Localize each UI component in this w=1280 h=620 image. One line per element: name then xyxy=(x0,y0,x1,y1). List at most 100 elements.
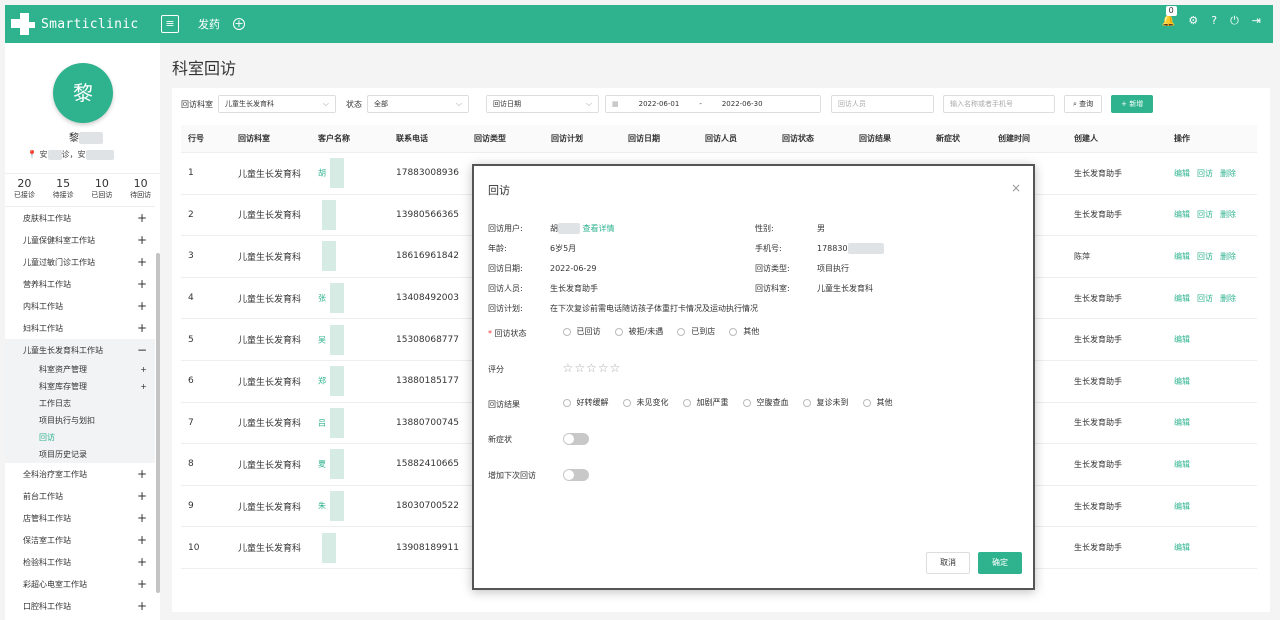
date-range-picker[interactable]: ▦ 2022-06-01 - 2022-06-30 xyxy=(605,95,821,113)
status-select[interactable]: 全部 ⌵ xyxy=(367,95,469,113)
star-icon[interactable]: ☆ xyxy=(586,361,597,375)
row-customer[interactable]: 吕 xyxy=(311,407,389,438)
sidebar-sub-worklog[interactable]: 工作日志 xyxy=(5,395,155,412)
status-radio[interactable]: 已回访 xyxy=(562,326,601,337)
row-action-link[interactable]: 删除 xyxy=(1220,252,1236,261)
row-action-link[interactable]: 回访 xyxy=(1197,169,1213,178)
sidebar-item-lab[interactable]: 检验科工作站 + xyxy=(5,551,155,573)
star-icon[interactable]: ☆ xyxy=(574,361,585,375)
logo[interactable]: Smarticlinic xyxy=(5,13,160,35)
close-icon[interactable]: × xyxy=(1011,181,1021,195)
sidebar-sub-history[interactable]: 项目历史记录 xyxy=(5,446,155,463)
row-phone: 17883008936 xyxy=(396,168,459,179)
result-radio[interactable]: 空腹查血 xyxy=(742,397,789,408)
row-action-link[interactable]: 编辑 xyxy=(1174,252,1190,261)
help-icon[interactable]: ? xyxy=(1211,15,1217,27)
row-action-link[interactable]: 编辑 xyxy=(1174,377,1190,386)
row-action-link[interactable]: 编辑 xyxy=(1174,502,1190,511)
sidebar-item-child-care[interactable]: 儿童保健科室工作站 + xyxy=(5,229,155,251)
row-action-link[interactable]: 编辑 xyxy=(1174,543,1190,552)
row-action-link[interactable]: 删除 xyxy=(1220,210,1236,219)
notification-bell-icon[interactable]: 🔔 0 xyxy=(1162,6,1177,27)
cancel-button[interactable]: 取消 xyxy=(926,552,970,574)
result-radio[interactable]: 加剧严重 xyxy=(682,397,729,408)
row-customer[interactable]: 胡 xyxy=(311,158,389,189)
date-type-select[interactable]: 回访日期 ⌵ xyxy=(486,95,599,113)
sidebar-item-dental[interactable]: 口腔科工作站 + xyxy=(5,595,155,617)
row-action-link[interactable]: 编辑 xyxy=(1174,335,1190,344)
gear-icon[interactable]: ⚙ xyxy=(1188,15,1198,27)
star-icon[interactable]: ☆ xyxy=(563,361,574,375)
result-radio[interactable]: 复诊未到 xyxy=(802,397,849,408)
next-visit-toggle[interactable] xyxy=(562,469,589,481)
row-customer[interactable]: 张 xyxy=(311,283,389,314)
sidebar-sub-revisit[interactable]: 回访 xyxy=(5,429,155,446)
row-customer[interactable]: 夏 xyxy=(311,449,389,480)
collapse-icon[interactable]: ⇥ xyxy=(1252,15,1261,27)
sidebar-item-front-desk[interactable]: 前台工作站 + xyxy=(5,485,155,507)
star-icon[interactable]: ☆ xyxy=(598,361,609,375)
row-action-link[interactable]: 编辑 xyxy=(1174,460,1190,469)
row-creator: 生长发育助手 xyxy=(1074,168,1122,178)
sidebar-item-growth[interactable]: 儿童生长发育科工作站 − xyxy=(5,339,155,361)
row-action-link[interactable]: 编辑 xyxy=(1174,294,1190,303)
row-customer[interactable]: 吴 xyxy=(311,324,389,355)
menu-toggle-icon[interactable]: ≡ xyxy=(161,15,179,33)
col-header: 回访人员 xyxy=(705,134,737,143)
sidebar-item-store-mgmt[interactable]: 店管科工作站 + xyxy=(5,507,155,529)
sidebar-sub-inventory[interactable]: 科室库存管理 + xyxy=(5,378,155,395)
status-radio[interactable]: 被拒/未遇 xyxy=(614,326,663,337)
row-customer[interactable] xyxy=(311,532,389,563)
sidebar-sub-execution[interactable]: 项目执行与划扣 xyxy=(5,412,155,429)
row-dept: 儿童生长发育科 xyxy=(238,336,302,347)
row-action-link[interactable]: 编辑 xyxy=(1174,418,1190,427)
plan-field: 回访计划: 在下次复诊前需电话随访孩子体重打卡情况及运动执行情况 xyxy=(488,304,758,313)
confirm-button[interactable]: 确定 xyxy=(978,552,1022,574)
star-icon[interactable]: ☆ xyxy=(610,361,621,375)
add-tab-icon[interactable]: + xyxy=(233,18,245,30)
stat-waiting[interactable]: 15 待接诊 xyxy=(53,177,74,200)
add-new-button[interactable]: + 新增 xyxy=(1111,95,1154,113)
view-detail-link[interactable]: 查看详情 xyxy=(583,224,615,233)
row-customer[interactable]: 朱 xyxy=(311,491,389,522)
sidebar-item-gynecology[interactable]: 妇科工作站 + xyxy=(5,317,155,339)
sidebar-item-cleaning[interactable]: 保洁室工作站 + xyxy=(5,529,155,551)
star-rating[interactable]: ☆☆☆☆☆ xyxy=(563,361,622,375)
stat-received[interactable]: 20 已接诊 xyxy=(14,177,35,200)
sidebar-item-ultrasound[interactable]: 彩超心电室工作站 + xyxy=(5,573,155,595)
sidebar-item-general-treatment[interactable]: 全科治疗室工作站 + xyxy=(5,463,155,485)
sidebar-item-dermatology[interactable]: 皮肤科工作站 + xyxy=(5,207,155,229)
dept-select[interactable]: 儿童生长发育科 ⌵ xyxy=(218,95,336,113)
query-button[interactable]: ⌕ 查询 xyxy=(1064,95,1103,113)
row-action-link[interactable]: 编辑 xyxy=(1174,210,1190,219)
stat-to-visit[interactable]: 10 待回访 xyxy=(130,177,151,200)
result-radio[interactable]: 好转缓解 xyxy=(562,397,609,408)
row-action-link[interactable]: 回访 xyxy=(1197,210,1213,219)
status-radio[interactable]: 已到店 xyxy=(677,326,715,337)
row-phone: 15882410665 xyxy=(396,459,459,470)
row-number: 5 xyxy=(188,334,194,345)
row-action-link[interactable]: 删除 xyxy=(1220,169,1236,178)
row-action-link[interactable]: 回访 xyxy=(1197,294,1213,303)
row-action-link[interactable]: 回访 xyxy=(1197,252,1213,261)
row-customer[interactable]: 郑 xyxy=(311,366,389,397)
row-customer[interactable] xyxy=(311,241,389,272)
avatar[interactable]: 黎 xyxy=(53,63,113,123)
module-title[interactable]: 发药 xyxy=(198,16,220,32)
status-radio[interactable]: 其他 xyxy=(729,326,759,337)
row-dept: 儿童生长发育科 xyxy=(238,460,302,471)
sidebar-item-nutrition[interactable]: 营养科工作站 + xyxy=(5,273,155,295)
result-radio[interactable]: 其他 xyxy=(862,397,893,408)
row-action-link[interactable]: 编辑 xyxy=(1174,169,1190,178)
row-customer[interactable] xyxy=(311,199,389,230)
stat-visited[interactable]: 10 已回访 xyxy=(91,177,112,200)
new-symptom-toggle[interactable] xyxy=(562,433,589,445)
power-icon[interactable]: ⏻ xyxy=(1230,15,1239,27)
search-input[interactable]: 输入名称或者手机号 xyxy=(943,95,1055,113)
result-radio[interactable]: 未见变化 xyxy=(622,397,669,408)
visitor-input[interactable]: 回访人员 xyxy=(831,95,934,113)
sidebar-sub-assets[interactable]: 科室资产管理 + xyxy=(5,361,155,378)
sidebar-item-child-allergy[interactable]: 儿童过敏门诊工作站 + xyxy=(5,251,155,273)
row-action-link[interactable]: 删除 xyxy=(1220,294,1236,303)
sidebar-item-internal[interactable]: 内科工作站 + xyxy=(5,295,155,317)
